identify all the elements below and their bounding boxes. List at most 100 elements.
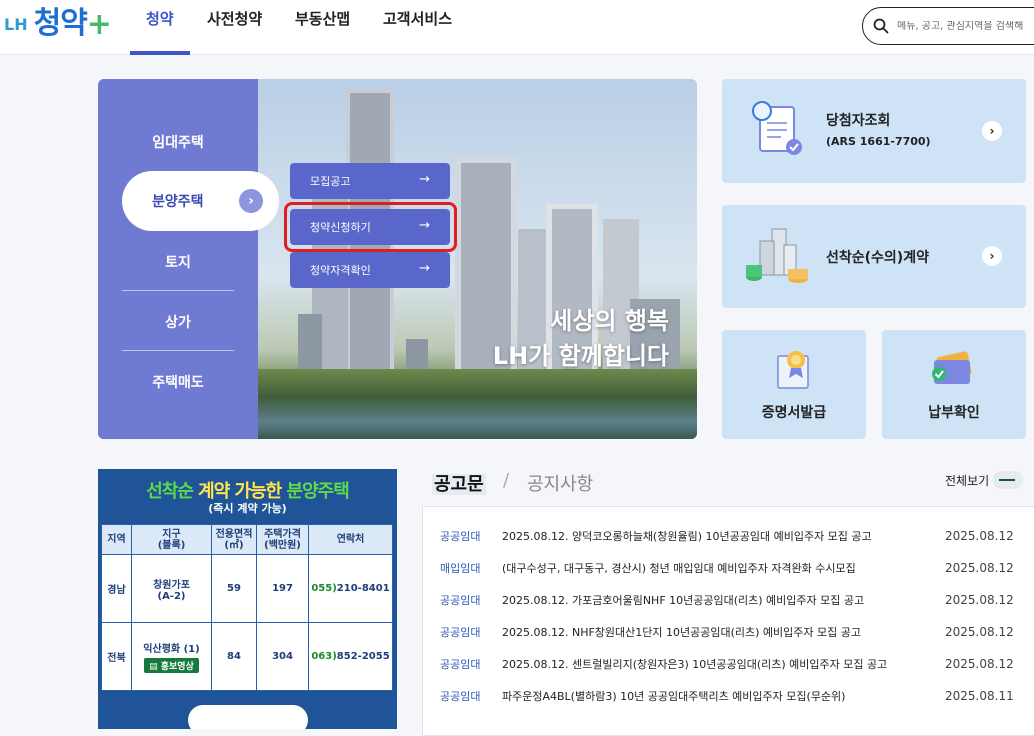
nav-pre-subscription[interactable]: 사전청약 [207,0,262,55]
ad-table: 지역 지구 (블록) 전용면적 (㎡) 주택가격 (백만원) 연락처 경남 창원… [101,524,393,691]
notice-date: 2025.08.12 [945,529,1014,543]
ad-slide-control[interactable] [188,705,308,729]
ad-cell: 197 [256,554,309,623]
notice-date: 2025.08.12 [945,657,1014,671]
document-search-icon [752,101,802,155]
notice-row[interactable]: 공공임대 파주운정A4BL(별하람3) 10년 공공임대주택리츠 예비입주자 모집… [423,680,1034,712]
notice-row[interactable]: 공공임대 2025.08.12. 센트럴빌리지(창원자은3) 10년공공임대(리츠… [423,648,1034,680]
ad-subtitle: (즉시 계약 가능) [208,502,287,515]
payment-check-label: 납부확인 [928,405,980,421]
side-item-rental[interactable]: 임대주택 [98,132,258,152]
nav-subscription[interactable]: 청약 [146,0,174,55]
side-divider [122,350,234,351]
first-come-contract-title: 선착순(수의)계약 [826,250,929,266]
certificate-issue-label: 증명서발급 [761,405,827,421]
notice-row[interactable]: 공공임대 2025.08.12. NHF창원대산1단지 10년공공임대(리츠) 예… [423,616,1034,648]
first-come-sale-ad[interactable]: 선착순 계약 가능한 분양주택 (즉시 계약 가능) 지역 지구 (블록) 전용… [98,469,397,729]
notice-list: 공공임대 2025.08.12. 양덕코오롱하늘채(창원율림) 10년공공임대 예… [422,506,1034,736]
notice-title: 2025.08.12. 센트럴빌리지(창원자은3) 10년공공임대(리츠) 예비… [502,658,888,671]
ad-cell: 경남 [101,554,132,623]
submenu-recruitment-notice[interactable]: 모집공고 → [290,163,450,199]
phone-number: 210-8401 [336,583,390,594]
notice-category: 공공임대 [440,594,481,607]
first-come-contract-card[interactable]: 선착순(수의)계약 › [722,205,1026,308]
search-input[interactable] [897,20,1034,32]
view-all-button[interactable]: 전체보기 [945,471,1024,489]
ad-cell: 전북 [101,622,132,691]
ad-cell: 창원가포 (A-2) [131,554,212,623]
winner-lookup-ars: (ARS 1661-7700) [826,135,931,148]
ad-title-part: 분양주택 [286,481,350,502]
notice-row[interactable]: 매입임대 (대구수성구, 대구동구, 경산시) 청년 매입임대 예비입주자 자격완… [423,552,1034,584]
notice-title: (대구수성구, 대구동구, 경산시) 청년 매입임대 예비입주자 자격완화 수시… [502,562,856,575]
notice-row[interactable]: 공공임대 2025.08.12. 양덕코오롱하늘채(창원율림) 10년공공임대 예… [423,520,1034,552]
logo-name: 청약 [33,6,88,41]
ad-col-header: 지역 [101,524,132,555]
ad-cell: 304 [256,622,309,691]
nav-real-estate-map[interactable]: 부동산맵 [295,0,350,55]
view-all-icon [993,471,1024,489]
video-icon: ▤ [149,662,161,672]
tab-notices[interactable]: 공지사항 [527,470,593,496]
hero-banner: 임대주택 토지 상가 주택매도 분양주택 › 모집공고 → 청약신청하기 → 청… [98,79,697,439]
logo-lh: LH [4,15,28,34]
submenu-eligibility-check[interactable]: 청약자격확인 → [290,252,450,288]
ad-col-header: 지구 (블록) [131,524,212,555]
arrow-right-icon: → [419,172,430,187]
side-item-label: 분양주택 [152,194,204,210]
notice-category: 공공임대 [440,658,481,671]
ad-row: 전북 익산평화 (1) ▤ 홍보영상 84 304 063)852-2055 [101,622,393,691]
logo-plus: + [86,7,112,42]
lh-logo[interactable]: LH 청약 + [4,2,112,42]
promo-video-label: 홍보영상 [160,662,194,672]
notice-row[interactable]: 공공임대 2025.08.12. 가포금호어울림NHF 10년공공임대(리츠) 예… [423,584,1034,616]
side-item-commercial[interactable]: 상가 [98,312,258,332]
notice-date: 2025.08.12 [945,561,1014,575]
ad-cell: 59 [211,554,257,623]
notice-date: 2025.08.11 [945,689,1014,703]
tab-label: 공고문 [432,474,486,495]
phone-area: 055) [311,583,337,594]
ad-col-header: 주택가격 (백만원) [256,524,309,555]
notice-date: 2025.08.12 [945,593,1014,607]
notice-title: 파주운정A4BL(별하람3) 10년 공공임대주택리츠 예비입주자 모집(무순위… [502,690,846,703]
ad-cell: 063)852-2055 [308,622,393,691]
ad-title-part: 계약 가능한 [198,481,282,502]
side-item-land[interactable]: 토지 [98,252,258,272]
search-box[interactable] [862,7,1034,45]
riverside-trees [258,369,697,439]
search-icon[interactable] [873,18,889,34]
tab-announcements[interactable]: 공고문 [432,470,486,496]
notice-category: 공공임대 [440,530,481,543]
phone-number: 852-2055 [336,651,390,662]
side-menu: 임대주택 토지 상가 주택매도 [98,79,258,439]
payment-check-card[interactable]: 납부확인 [882,330,1026,439]
slogan-line1: 세상의 행복 [550,307,669,335]
notice-category: 공공임대 [440,626,481,639]
notice-title: 2025.08.12. 가포금호어울림NHF 10년공공임대(리츠) 예비입주자… [502,594,865,607]
ad-col-header: 전용면적 (㎡) [211,524,257,555]
submenu-label: 모집공고 [310,175,351,188]
apartment-coins-icon [746,228,808,283]
promo-video-button[interactable]: ▤ 홍보영상 [144,658,199,673]
side-item-house-sale[interactable]: 주택매도 [98,372,258,392]
notice-category: 매입임대 [440,562,481,575]
hero-slogan: 세상의 행복 LH가 함께합니다 [493,304,669,374]
chevron-right-icon: › [982,246,1002,266]
ad-cell: 055)210-8401 [308,554,393,623]
winner-lookup-card[interactable]: 당첨자조회 (ARS 1661-7700) › [722,79,1026,183]
arrow-right-icon: → [419,261,430,276]
notice-title: 2025.08.12. NHF창원대산1단지 10년공공임대(리츠) 예비입주자… [502,626,862,639]
tab-separator: / [503,470,510,491]
slogan-line2: LH가 함께합니다 [492,342,669,370]
notice-category: 공공임대 [440,690,481,703]
view-all-label: 전체보기 [945,473,990,488]
chevron-right-icon: › [239,189,263,213]
ad-col-header: 연락처 [308,524,393,555]
certificate-issue-card[interactable]: 증명서발급 [722,330,866,439]
phone-area: 063) [311,651,337,662]
winner-lookup-title: 당첨자조회 [826,113,891,129]
nav-customer-service[interactable]: 고객서비스 [383,0,452,55]
wallet-icon [932,351,972,384]
side-item-sale-housing[interactable]: 분양주택 › [122,171,279,231]
